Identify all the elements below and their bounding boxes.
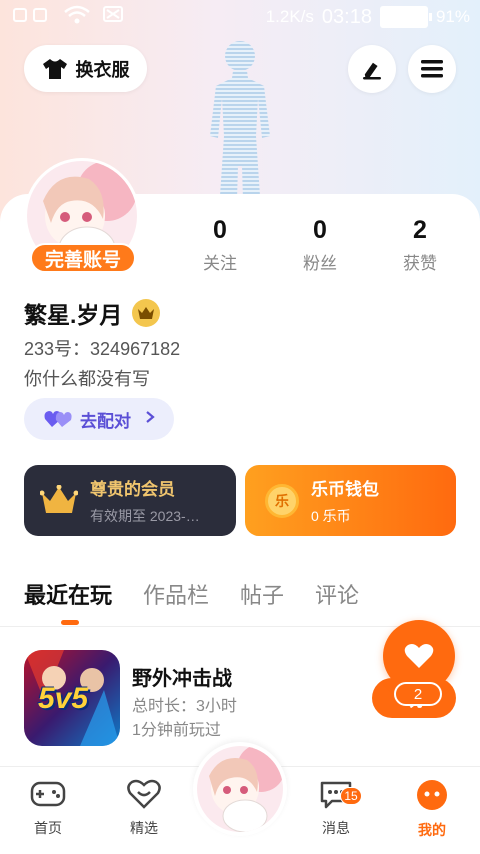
username-row: 繁星.岁月	[24, 296, 161, 330]
nav-label: 精选	[130, 820, 158, 836]
stat-value: 2	[413, 216, 427, 244]
nav-label: 消息	[322, 820, 350, 836]
nav-item-home[interactable]: 首页	[8, 779, 88, 838]
stat-value: 0	[213, 216, 227, 244]
nav-item-featured[interactable]: 精选	[104, 779, 184, 838]
active-tab-indicator	[61, 620, 79, 625]
hamburger-menu-icon	[421, 60, 443, 78]
battery-icon	[379, 6, 432, 28]
game-playtime: 总时长：3小时	[132, 698, 237, 715]
match-label: 去配对	[80, 411, 131, 431]
complete-account-badge[interactable]: 完善账号	[30, 243, 136, 273]
wallet-balance: 0 乐币	[311, 508, 351, 524]
profile-face-icon	[417, 780, 447, 810]
profile-stats: 0 关注 0 粉丝 2 获赞	[170, 216, 470, 274]
heart-icon	[404, 644, 434, 668]
change-outfit-label: 换衣服	[75, 59, 130, 80]
profile-tabs: 最近在玩 作品栏 帖子 评论	[24, 578, 359, 610]
tab-comments[interactable]: 评论	[315, 578, 359, 610]
message-count-badge: 15	[340, 787, 362, 805]
tshirt-icon	[42, 58, 67, 79]
tab-posts[interactable]: 帖子	[240, 578, 284, 610]
crown-icon[interactable]	[132, 299, 161, 327]
username: 繁星.岁月	[24, 302, 123, 328]
wallet-title: 乐币钱包	[311, 480, 379, 499]
wifi-icon	[64, 5, 90, 30]
like-count-badge: 2	[394, 682, 442, 706]
user-id: 233号：324967182	[24, 339, 181, 359]
tab-recently-played[interactable]: 最近在玩	[24, 578, 112, 610]
heart-chat-icon	[127, 779, 161, 809]
game-last-played: 1分钟前玩过	[132, 722, 221, 739]
nav-item-messages[interactable]: 15 消息	[296, 779, 376, 838]
battery-percent: 91%	[435, 7, 470, 26]
stat-label: 获赞	[403, 254, 437, 273]
game-icon-text: 5v5	[38, 682, 89, 715]
center-avatar-button[interactable]	[193, 742, 287, 836]
double-heart-icon	[44, 411, 72, 427]
user-bio: 你什么都没有写	[24, 369, 150, 389]
vip-membership-card[interactable]: 尊贵的会员 有效期至 2023-…	[24, 465, 236, 536]
stat-followers[interactable]: 0 粉丝	[270, 216, 370, 274]
menu-button[interactable]	[408, 45, 456, 93]
network-speed: 1.2K/s	[265, 7, 314, 26]
nav-item-profile[interactable]: 我的	[392, 779, 472, 840]
nav-label: 我的	[418, 822, 446, 838]
stat-likes[interactable]: 2 获赞	[370, 216, 470, 274]
vip-expiry: 有效期至 2023-…	[90, 508, 200, 524]
stat-label: 关注	[203, 254, 237, 273]
vip-title: 尊贵的会员	[90, 480, 175, 499]
edit-profile-button[interactable]	[348, 45, 396, 93]
stat-value: 0	[313, 216, 327, 244]
game-title: 野外冲击战	[132, 668, 232, 690]
notification-icons	[12, 5, 52, 30]
tab-works[interactable]: 作品栏	[143, 578, 209, 610]
crown-icon	[40, 484, 78, 513]
gamepad-icon	[30, 781, 66, 807]
coin-icon: 乐	[265, 483, 299, 518]
nav-label: 首页	[34, 820, 62, 836]
stat-following[interactable]: 0 关注	[170, 216, 270, 274]
stat-label: 粉丝	[303, 254, 337, 273]
change-outfit-button[interactable]: 换衣服	[24, 45, 147, 92]
clock: 03:18	[321, 5, 372, 28]
wallet-card[interactable]: 乐 乐币钱包 0 乐币	[245, 465, 456, 536]
chevron-right-icon	[145, 409, 155, 429]
status-bar: 1.2K/s 03:18 91%	[0, 0, 480, 34]
pencil-icon	[363, 62, 381, 80]
match-button[interactable]: 去配对	[24, 398, 174, 440]
screen-cast-icon	[102, 5, 124, 30]
avatar-image	[197, 744, 285, 833]
